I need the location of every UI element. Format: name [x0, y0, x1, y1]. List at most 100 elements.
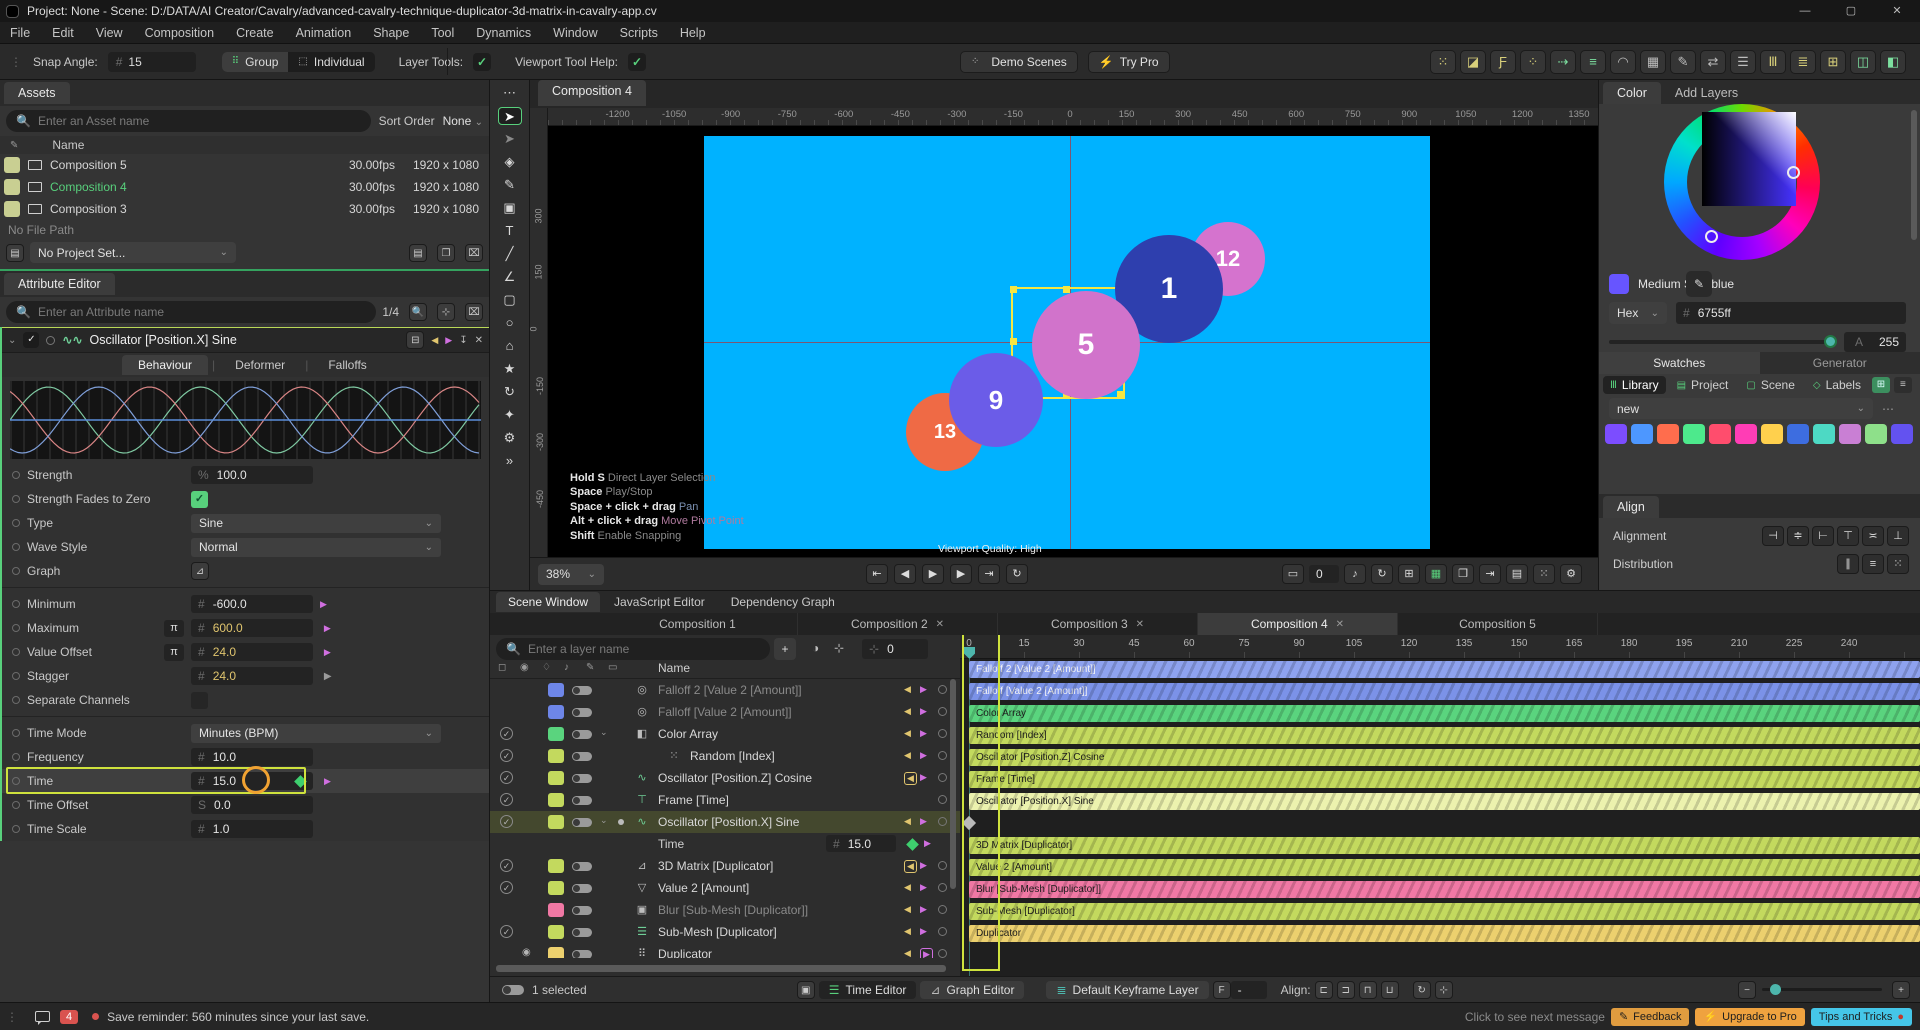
track-bar[interactable]: Value 2 [Amount]	[969, 859, 1920, 876]
shape-circle-9[interactable]: 9	[949, 353, 1043, 447]
selection-handle[interactable]	[1010, 338, 1017, 345]
layer-capsule-icon[interactable]	[572, 752, 592, 761]
layout-b-icon[interactable]: ◧	[1880, 50, 1906, 74]
folder-icon[interactable]: ▤	[409, 243, 427, 262]
lib-project-button[interactable]: ▤ Project	[1670, 376, 1736, 394]
layout-a-icon[interactable]: ◫	[1850, 50, 1876, 74]
close-tab-icon[interactable]: ✕	[1136, 619, 1144, 630]
align-middle-icon[interactable]: ≍	[1862, 526, 1884, 546]
connect-out-icon[interactable]: ▶	[320, 599, 327, 610]
asset-color-chip[interactable]	[4, 157, 20, 173]
layer-capsule-icon[interactable]	[572, 862, 592, 871]
viewport-canvas[interactable]: 13 9 5 1 12 Hold S Direct Layer Selection Spa…	[548, 126, 1598, 557]
layer-color-swatch[interactable]	[548, 749, 564, 763]
connect-dot[interactable]	[12, 729, 20, 737]
attr-value-field[interactable]: #24.0	[191, 643, 313, 661]
align-top-icon[interactable]: ⊓	[1358, 980, 1377, 999]
connect-dot[interactable]	[12, 567, 20, 575]
attribute-search-input[interactable]: 🔍 Enter an Attribute name	[6, 301, 377, 323]
node-enabled-checkbox[interactable]: ✓	[23, 332, 40, 348]
asset-row[interactable]: Composition 5 30.00fps 1920 x 1080	[0, 154, 489, 176]
layer-capsule-icon[interactable]	[572, 818, 592, 827]
align-top-icon[interactable]: ⊤	[1837, 526, 1859, 546]
connect-in-icon[interactable]: ◀	[904, 904, 911, 915]
solo-circle[interactable]	[938, 707, 947, 716]
connect-dot[interactable]	[12, 696, 20, 704]
connect-dot[interactable]	[12, 543, 20, 551]
layer-capsule-icon[interactable]	[572, 796, 592, 805]
trash-icon[interactable]: ⌧	[465, 243, 483, 262]
subtab-swatches[interactable]: Swatches	[1599, 352, 1760, 374]
saturation-value-square[interactable]	[1702, 112, 1796, 206]
connect-out-icon[interactable]: ▶	[920, 904, 927, 915]
swatch-10[interactable]	[1865, 424, 1887, 444]
connect-dot[interactable]	[12, 648, 20, 656]
layer-checkbox[interactable]: ✓	[500, 749, 513, 762]
add-layer-button[interactable]: +	[774, 638, 796, 660]
layer-row[interactable]: ▣ Blur [Sub-Mesh [Duplicator]] ◀ ▶	[490, 899, 960, 921]
maximize-button[interactable]: ▢	[1828, 0, 1874, 22]
layer-capsule-icon[interactable]	[572, 774, 592, 783]
layer-color-swatch[interactable]	[548, 925, 564, 939]
asset-row[interactable]: Composition 4 30.00fps 1920 x 1080	[0, 176, 489, 198]
layout-icon[interactable]: ⊟	[406, 331, 425, 349]
connect-out-icon[interactable]: ▶	[920, 882, 927, 893]
connect-dot[interactable]	[12, 753, 20, 761]
menu-view[interactable]: View	[96, 26, 123, 40]
alpha-slider-knob[interactable]	[1824, 335, 1837, 348]
f-value-field[interactable]: -	[1230, 980, 1267, 999]
layer-color-swatch[interactable]	[548, 793, 564, 807]
connect-out-icon[interactable]: ▶	[920, 684, 927, 695]
layer-row[interactable]: ✓ ∿ Oscillator [Position.Z] Cosine ◀ ▶	[490, 767, 960, 789]
layer-visibility-icon[interactable]: ◉	[522, 947, 531, 958]
menu-help[interactable]: Help	[680, 26, 706, 40]
line-tool[interactable]: ╱	[498, 245, 522, 263]
prev-frame-button[interactable]: ◀	[894, 564, 916, 584]
subtab-generator[interactable]: Generator	[1759, 352, 1920, 374]
swatch-8[interactable]	[1813, 424, 1835, 444]
layer-row[interactable]: ✓ ⊤ Frame [Time]	[490, 789, 960, 811]
select-tool[interactable]: ➤	[497, 107, 522, 125]
connect-in-icon[interactable]: ◀	[904, 926, 911, 937]
layer-color-swatch[interactable]	[548, 705, 564, 719]
attr-dropdown[interactable]: Minutes (BPM) ⌄	[191, 723, 441, 743]
frame-display[interactable]: 0	[1309, 565, 1339, 583]
layer-row[interactable]: ◎ Falloff [Value 2 [Amount]] ◀ ▶	[490, 701, 960, 723]
align-bottom-icon[interactable]: ⊥	[1887, 526, 1909, 546]
selection-handle[interactable]	[1010, 286, 1017, 293]
falloff-icon[interactable]: Ƒ	[1490, 50, 1516, 74]
layer-row[interactable]: ✓ ☰ Sub-Mesh [Duplicator] ◀ ▶	[490, 921, 960, 943]
asset-row[interactable]: Composition 3 30.00fps 1920 x 1080	[0, 198, 489, 220]
rectangle-tool[interactable]: ▢	[498, 291, 522, 309]
track-bar[interactable]: Sub-Mesh [Duplicator]	[969, 903, 1920, 920]
demo-scenes-button[interactable]: ⁘ Demo Scenes	[960, 50, 1078, 73]
attr-value-field[interactable]: S 0.0	[191, 796, 313, 814]
viewport-zoom-dropdown[interactable]: 38% ⌄	[538, 563, 604, 585]
layer-capsule-icon[interactable]	[572, 686, 592, 695]
graph-editor-button[interactable]: ⊿ Graph Editor	[920, 980, 1025, 999]
solo-circle[interactable]	[938, 905, 947, 914]
layer-capsule-icon[interactable]	[572, 708, 592, 717]
layer-capsule-icon[interactable]	[572, 884, 592, 893]
layer-tools-check[interactable]: ✓	[473, 52, 492, 71]
lock-icon[interactable]: ◻	[498, 662, 506, 673]
expand-chevron-icon[interactable]: ⌄	[600, 727, 608, 738]
layer-search-input[interactable]: 🔍 Enter a layer name	[496, 638, 770, 660]
solo-circle[interactable]	[938, 861, 947, 870]
menu-animation[interactable]: Animation	[296, 26, 352, 40]
rotate-tool[interactable]: ↻	[498, 383, 522, 401]
layer-color-swatch[interactable]	[548, 881, 564, 895]
selection-handle[interactable]	[1063, 286, 1070, 293]
render-icon[interactable]: ♢	[542, 662, 551, 673]
selection-handle[interactable]	[1117, 391, 1124, 398]
tab-deformer[interactable]: Deformer	[219, 355, 301, 375]
slate-icon[interactable]: ▭	[608, 662, 617, 673]
extrude-cube-icon[interactable]: ◪	[1460, 50, 1486, 74]
layer-capsule-icon[interactable]	[572, 730, 592, 739]
timeline-zoom-knob[interactable]	[1770, 984, 1781, 995]
connect-out-icon[interactable]: ▶	[920, 750, 927, 761]
layer-checkbox[interactable]: ✓	[500, 793, 513, 806]
connect-dot[interactable]	[12, 801, 20, 809]
attr-dropdown[interactable]: Sine ⌄	[191, 513, 441, 533]
connect-dot[interactable]	[12, 495, 20, 503]
